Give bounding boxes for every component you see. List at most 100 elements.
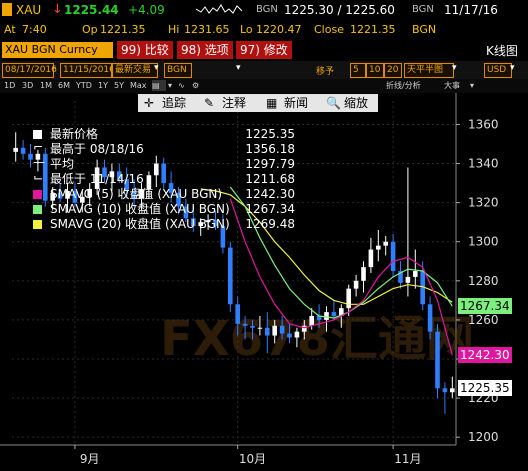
price-change: +4.09	[128, 3, 165, 17]
candle-body	[361, 267, 366, 281]
tf-1y[interactable]: 1Y	[98, 80, 108, 91]
y-tick-label: 1260	[468, 313, 499, 327]
open-label: Op	[82, 23, 98, 36]
quote-source-2: BGN	[412, 4, 434, 15]
candle-body	[309, 316, 314, 326]
candle-body	[294, 331, 300, 338]
candle-body	[353, 280, 359, 289]
last-price: 1225.44	[64, 3, 119, 17]
source-select[interactable]: BGN	[164, 63, 192, 78]
legend-value: 1269.48	[245, 217, 295, 231]
zoom-button[interactable]: 缩放	[344, 94, 368, 112]
close-value: 1221.35	[350, 23, 396, 36]
legend-value: 1267.34	[245, 202, 295, 216]
edit-button[interactable]: 97) 修改	[236, 41, 292, 59]
tf-6m[interactable]: 6M	[58, 80, 70, 91]
sma5-price-label: 1242.30	[458, 346, 512, 363]
candle-body	[405, 276, 411, 283]
tf-3d[interactable]: 3D	[22, 80, 33, 91]
period-20[interactable]: 20	[384, 63, 402, 78]
candle-body	[287, 333, 292, 338]
mode-dropdown-icon[interactable]: ▾	[154, 63, 159, 73]
security-name[interactable]: XAU BGN Curncy	[2, 42, 113, 58]
news-icon[interactable]: ▦	[266, 94, 277, 112]
legend-value: 1225.35	[245, 127, 295, 141]
ohlc-line: At 7:40 Op 1221.35 Hi 1231.65 Lo 1220.47…	[0, 21, 528, 39]
options-button[interactable]: 98) 选项	[177, 41, 233, 59]
candle-body	[390, 241, 396, 272]
track-button[interactable]: 追踪	[162, 94, 186, 112]
candle-body	[235, 304, 240, 324]
period-5[interactable]: 5	[350, 63, 366, 78]
low-value: 1220.47	[256, 23, 302, 36]
line-chart-icon[interactable]: ∿	[178, 80, 185, 91]
candle-body	[265, 327, 270, 336]
currency-dropdown-icon[interactable]: ▾	[510, 63, 515, 73]
crosshair-icon[interactable]: ✛	[144, 94, 154, 112]
table-view-icon[interactable]: ▤	[152, 80, 166, 91]
y-tick-label: 1280	[468, 274, 499, 288]
legend-value: 1297.79	[245, 157, 295, 171]
candle-body	[383, 241, 388, 246]
candle-body	[413, 271, 418, 277]
candle-body	[368, 249, 374, 268]
end-date-field[interactable]: 11/15/2016	[60, 63, 115, 78]
candle-body	[442, 388, 448, 393]
news-button[interactable]: 新闻	[284, 94, 308, 112]
down-arrow-icon: ↓	[52, 2, 63, 17]
mode-select[interactable]: 最新交易	[112, 63, 158, 78]
x-tick-label: 9月	[80, 452, 100, 466]
ticker[interactable]: XAU	[16, 3, 41, 17]
currency-select[interactable]: USD	[484, 63, 512, 78]
quote-header: XAU ↓ 1225.44 +4.09 BGN 1225.30 / 1225.6…	[0, 0, 528, 21]
candle-body	[279, 325, 285, 334]
chart-toolbar: ✛ 追踪 ✎ 注释 ▦ 新闻 🔍 缩放	[138, 94, 378, 112]
source-dropdown-icon[interactable]: ▾	[236, 63, 241, 73]
compare-button[interactable]: 99) 比较	[117, 41, 173, 59]
tf-5y[interactable]: 5Y	[114, 80, 124, 91]
sparkline-icon	[196, 4, 243, 14]
candle-body	[376, 245, 381, 250]
close-label: Close	[314, 23, 344, 36]
y-tick-label: 1320	[468, 196, 499, 210]
tf-ytd[interactable]: YTD	[76, 80, 92, 91]
annotate-icon[interactable]: ✎	[204, 94, 214, 112]
period-10[interactable]: 10	[366, 63, 384, 78]
events-dropdown-icon[interactable]: ▾	[470, 80, 474, 91]
x-tick-label: 11月	[394, 452, 421, 466]
view-dropdown-icon[interactable]: ▾	[168, 80, 172, 91]
candle-body	[346, 288, 351, 309]
tf-max[interactable]: Max	[130, 80, 147, 91]
start-date-field[interactable]: 08/17/2016	[2, 63, 57, 78]
high-value: 1231.65	[184, 23, 230, 36]
date-separator: -	[53, 63, 57, 73]
settings-icon[interactable]: ⚙	[192, 80, 199, 91]
timeframe-bar: 1D 3D 1M 6M YTD 1Y 5Y Max ▤ ▾ ∿ ⚙ 折线/分析 …	[0, 79, 528, 93]
draw-analysis-tool[interactable]: 折线/分析	[386, 80, 421, 91]
candle-body	[228, 247, 233, 305]
x-tick-label: 10月	[239, 452, 266, 466]
candle-body	[302, 325, 307, 332]
ticker-marker-icon	[2, 3, 12, 16]
move-label: 移予	[316, 67, 335, 77]
range-bar: 08/17/2016 - 11/15/2016 最新交易 ▾ BGN ▾ 移予 …	[0, 61, 528, 79]
tf-1m[interactable]: 1M	[40, 80, 52, 91]
candle-body	[13, 147, 18, 152]
candle-body	[257, 327, 263, 329]
legend-value: 1356.18	[245, 142, 295, 156]
period-select[interactable]: 天平半图	[404, 63, 454, 78]
ohlc-source: BGN	[412, 23, 437, 36]
annotate-button[interactable]: 注释	[222, 94, 246, 112]
period-dropdown-icon[interactable]: ▾	[452, 63, 457, 73]
candle	[228, 241, 233, 313]
at-time: 7:40	[22, 23, 47, 36]
tf-1d[interactable]: 1D	[4, 80, 15, 91]
legend-value: 1211.68	[245, 172, 295, 186]
candle-body	[20, 147, 26, 154]
zoom-icon[interactable]: 🔍	[326, 94, 341, 112]
sma10-price-label: 1267.34	[458, 297, 512, 314]
candle-body	[324, 312, 329, 320]
candle-body	[250, 325, 255, 328]
events-tool[interactable]: 大事	[444, 80, 460, 91]
legend-value: 1242.30	[245, 187, 295, 201]
